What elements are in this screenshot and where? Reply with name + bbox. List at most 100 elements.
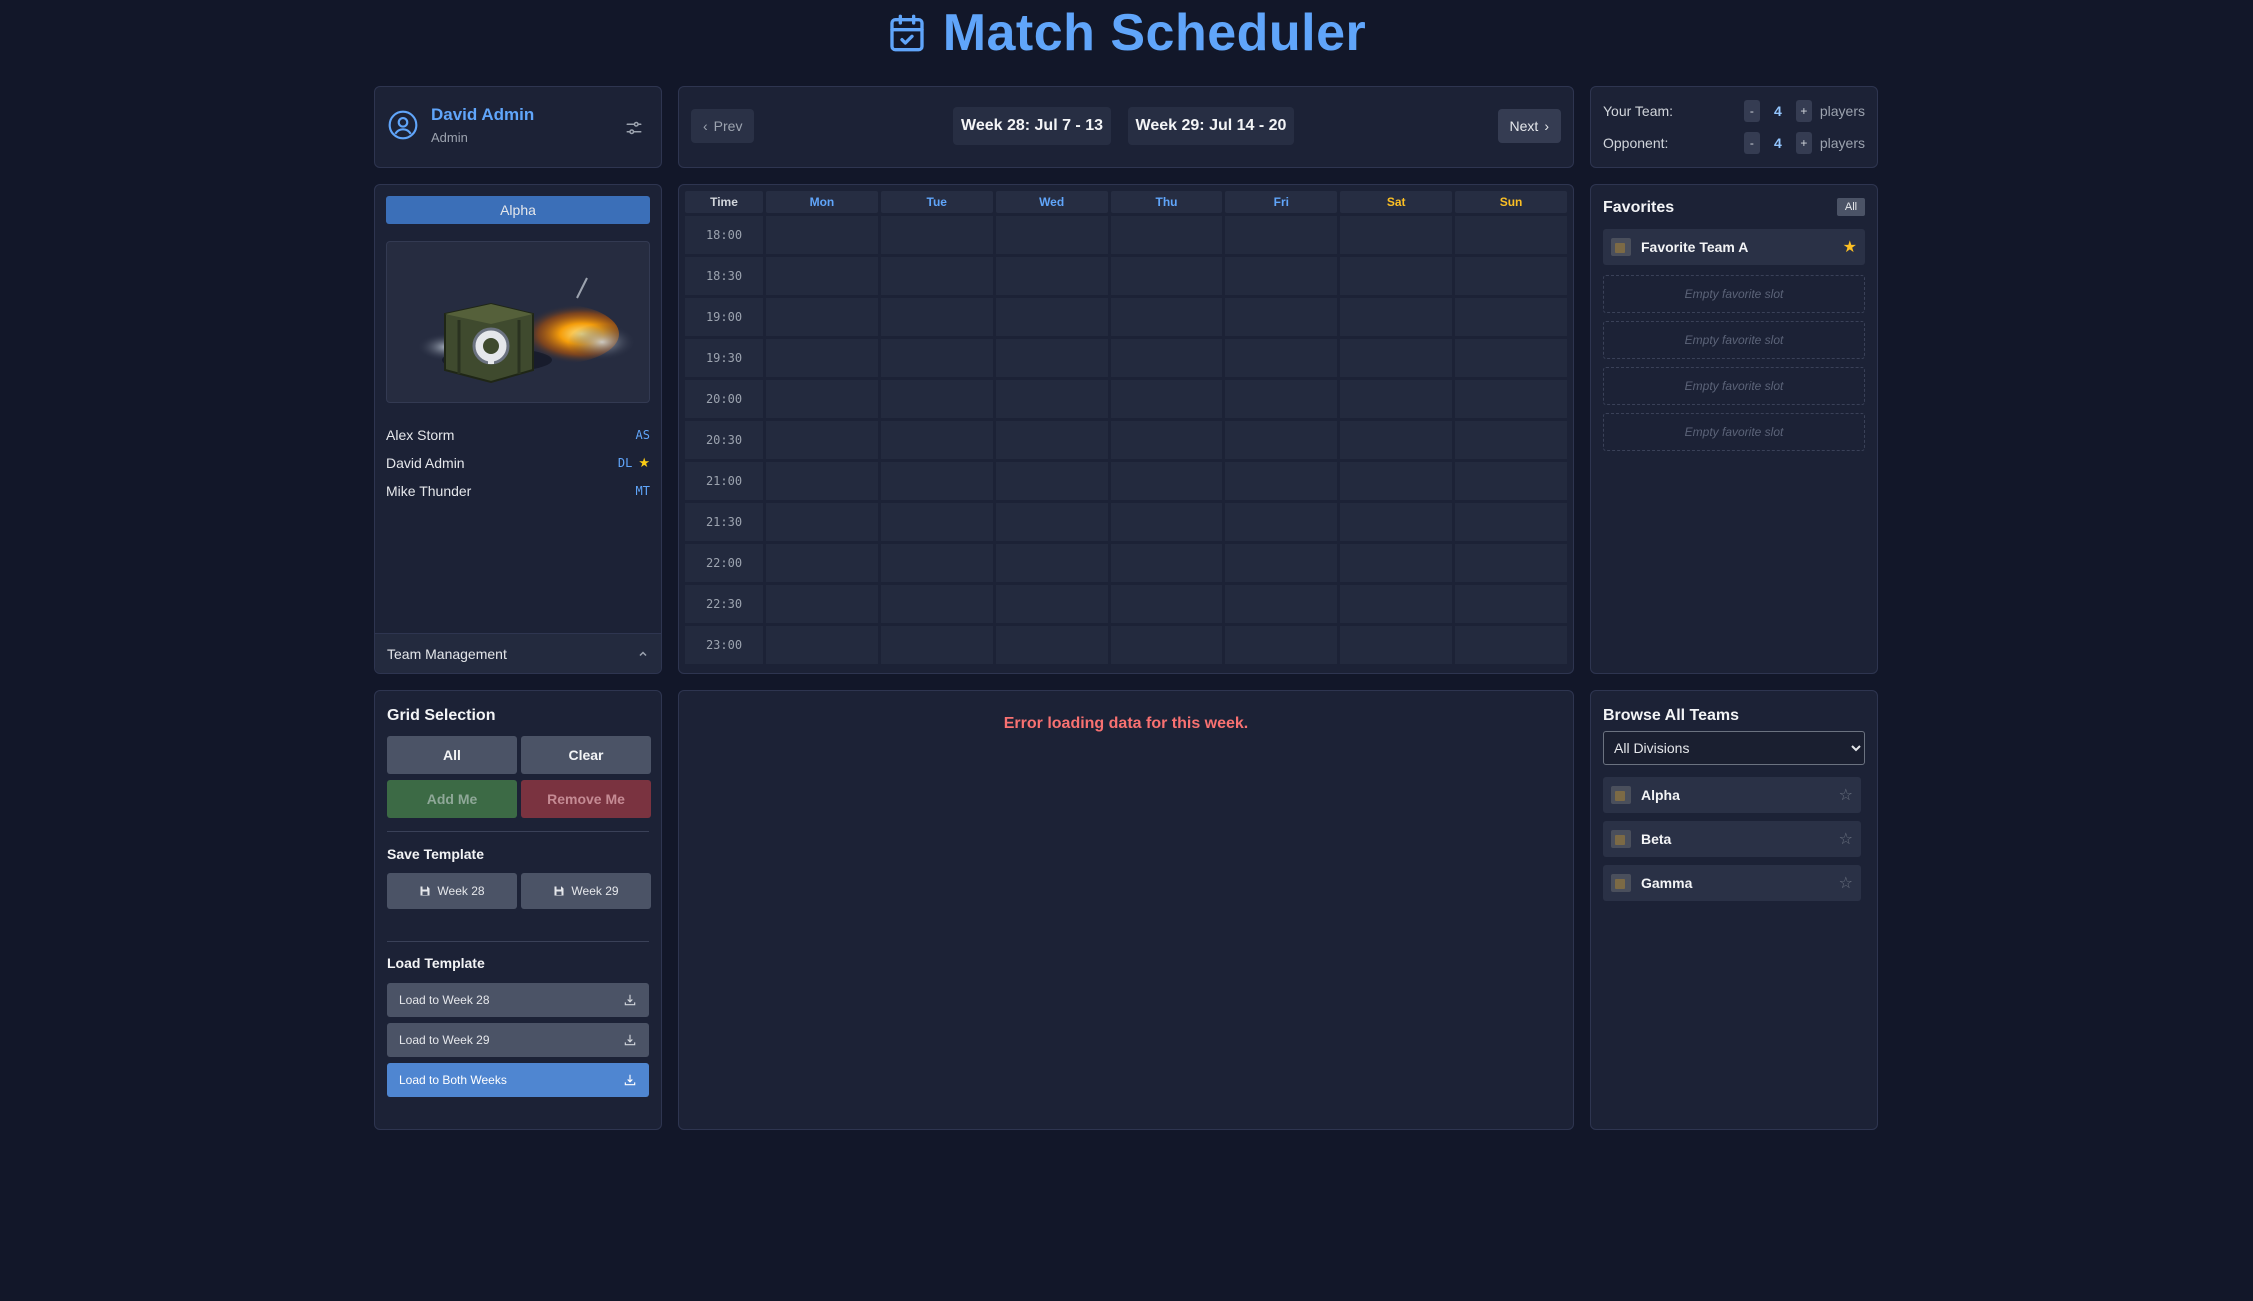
grid-cell[interactable] (1110, 585, 1223, 623)
grid-cell[interactable] (1455, 544, 1567, 582)
grid-cell[interactable] (1455, 339, 1567, 377)
grid-cell[interactable] (766, 298, 878, 336)
your-team-increment-button[interactable]: + (1795, 100, 1812, 122)
save-template-week-a-button[interactable]: Week 28 (387, 873, 517, 909)
grid-cell[interactable] (1225, 216, 1338, 254)
grid-cell[interactable] (1110, 380, 1223, 418)
grid-cell[interactable] (766, 380, 878, 418)
load-to-both-weeks-button[interactable]: Load to Both Weeks (387, 1063, 649, 1097)
grid-cell[interactable] (1225, 421, 1338, 459)
grid-cell[interactable] (1110, 421, 1223, 459)
grid-cell[interactable] (1225, 462, 1338, 500)
grid-cell[interactable] (880, 257, 993, 295)
next-week-button[interactable]: Next › (1497, 109, 1561, 143)
grid-cell[interactable] (880, 503, 993, 541)
load-to-week-b-button[interactable]: Load to Week 29 (387, 1023, 649, 1057)
grid-cell[interactable] (1225, 257, 1338, 295)
grid-cell[interactable] (880, 339, 993, 377)
clear-selection-button[interactable]: Clear (521, 736, 651, 774)
grid-cell[interactable] (766, 257, 878, 295)
grid-cell[interactable] (1455, 257, 1567, 295)
grid-cell[interactable] (995, 257, 1108, 295)
grid-cell[interactable] (766, 216, 878, 254)
grid-cell[interactable] (1340, 626, 1453, 664)
add-me-button[interactable]: Add Me (387, 780, 517, 818)
grid-cell[interactable] (1455, 626, 1567, 664)
grid-cell[interactable] (880, 462, 993, 500)
grid-cell[interactable] (1110, 626, 1223, 664)
grid-cell[interactable] (1110, 339, 1223, 377)
grid-cell[interactable] (1110, 257, 1223, 295)
grid-cell[interactable] (1225, 544, 1338, 582)
grid-cell[interactable] (766, 339, 878, 377)
your-team-decrement-button[interactable]: - (1743, 100, 1760, 122)
grid-cell[interactable] (1340, 421, 1453, 459)
grid-cell[interactable] (1340, 462, 1453, 500)
grid-cell[interactable] (1340, 339, 1453, 377)
grid-cell[interactable] (1110, 503, 1223, 541)
grid-cell[interactable] (1225, 339, 1338, 377)
grid-cell[interactable] (1455, 380, 1567, 418)
grid-cell[interactable] (766, 585, 878, 623)
grid-cell[interactable] (1340, 216, 1453, 254)
star-outline-icon[interactable]: ☆ (1839, 873, 1853, 893)
select-all-button[interactable]: All (387, 736, 517, 774)
roster-member[interactable]: Alex Storm AS (386, 421, 650, 449)
grid-cell[interactable] (1455, 216, 1567, 254)
grid-cell[interactable] (1225, 298, 1338, 336)
roster-member[interactable]: Mike Thunder MT (386, 477, 650, 505)
grid-cell[interactable] (880, 626, 993, 664)
team-name-tab[interactable]: Alpha (386, 196, 650, 224)
grid-cell[interactable] (995, 380, 1108, 418)
grid-cell[interactable] (766, 462, 878, 500)
grid-cell[interactable] (880, 380, 993, 418)
grid-cell[interactable] (1455, 585, 1567, 623)
grid-cell[interactable] (1110, 544, 1223, 582)
grid-cell[interactable] (1225, 626, 1338, 664)
opponent-decrement-button[interactable]: - (1743, 132, 1760, 154)
grid-cell[interactable] (995, 216, 1108, 254)
grid-cell[interactable] (880, 298, 993, 336)
remove-me-button[interactable]: Remove Me (521, 780, 651, 818)
opponent-increment-button[interactable]: + (1795, 132, 1812, 154)
grid-cell[interactable] (995, 503, 1108, 541)
grid-cell[interactable] (1225, 380, 1338, 418)
grid-cell[interactable] (1225, 503, 1338, 541)
grid-cell[interactable] (880, 544, 993, 582)
star-outline-icon[interactable]: ☆ (1839, 785, 1853, 805)
grid-cell[interactable] (1455, 421, 1567, 459)
grid-cell[interactable] (1340, 298, 1453, 336)
grid-cell[interactable] (1340, 544, 1453, 582)
grid-cell[interactable] (995, 585, 1108, 623)
opponent-size-value[interactable]: 4 (1760, 135, 1796, 151)
grid-cell[interactable] (766, 626, 878, 664)
save-template-week-b-button[interactable]: Week 29 (521, 873, 651, 909)
favorites-all-button[interactable]: All (1837, 198, 1865, 216)
division-select[interactable]: All Divisions (1603, 731, 1865, 765)
grid-cell[interactable] (1340, 503, 1453, 541)
grid-cell[interactable] (766, 421, 878, 459)
week-label-a[interactable]: Week 28: Jul 7 - 13 (953, 107, 1111, 145)
team-list-item[interactable]: Alpha ☆ (1603, 777, 1861, 813)
grid-cell[interactable] (995, 626, 1108, 664)
grid-cell[interactable] (1340, 585, 1453, 623)
grid-cell[interactable] (1455, 298, 1567, 336)
grid-cell[interactable] (1455, 503, 1567, 541)
grid-cell[interactable] (995, 462, 1108, 500)
team-list-item[interactable]: Gamma ☆ (1603, 865, 1861, 901)
week-label-b[interactable]: Week 29: Jul 14 - 20 (1128, 107, 1294, 145)
grid-cell[interactable] (995, 298, 1108, 336)
grid-cell[interactable] (995, 421, 1108, 459)
grid-cell[interactable] (1110, 298, 1223, 336)
roster-member[interactable]: David Admin DL ★ (386, 449, 650, 477)
team-list-item[interactable]: Beta ☆ (1603, 821, 1861, 857)
grid-cell[interactable] (1455, 462, 1567, 500)
prev-week-button[interactable]: ‹ Prev (691, 109, 755, 143)
grid-cell[interactable] (1225, 585, 1338, 623)
team-management-toggle[interactable]: Team Management (375, 633, 661, 673)
grid-cell[interactable] (880, 421, 993, 459)
grid-cell[interactable] (1110, 216, 1223, 254)
grid-cell[interactable] (1340, 257, 1453, 295)
grid-cell[interactable] (995, 339, 1108, 377)
favorite-team-item[interactable]: Favorite Team A ★ (1603, 229, 1865, 265)
